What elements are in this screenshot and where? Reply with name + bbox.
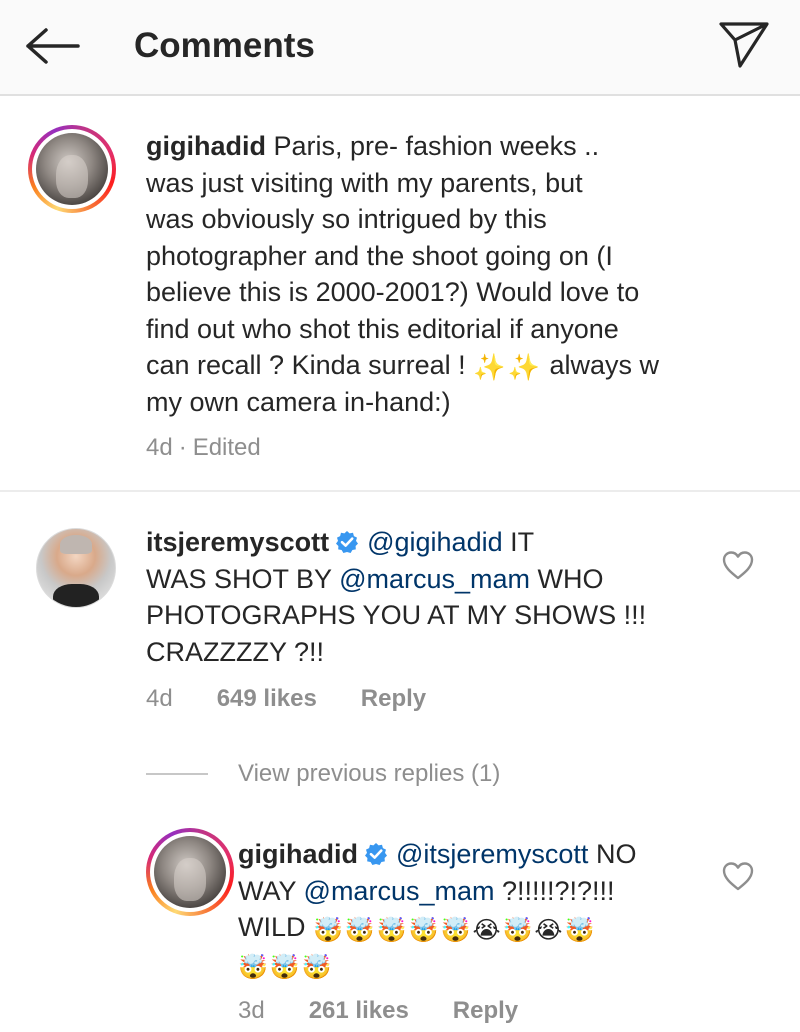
heart-icon[interactable] <box>721 860 755 892</box>
timestamp: 4d <box>146 434 173 461</box>
likes-count[interactable]: 649 likes <box>217 684 317 714</box>
crying-face-emoji: 😭 <box>472 917 501 944</box>
caption-meta: 4d · Edited <box>146 434 261 461</box>
verified-badge-icon <box>364 843 387 865</box>
comment-text: itsjeremyscott @gigihadid IT WAS SHOT BY … <box>146 527 647 667</box>
avatar <box>36 133 108 205</box>
exploding-head-emoji: 🤯 <box>238 953 268 981</box>
back-button[interactable] <box>20 20 84 72</box>
exploding-head-emoji: 🤯 <box>376 917 407 944</box>
paper-plane-icon <box>719 22 769 68</box>
heart-icon[interactable] <box>721 549 755 581</box>
caption-username[interactable]: gigihadid <box>146 131 266 161</box>
reply-meta: 3d 261 likes Reply <box>238 996 518 1026</box>
exploding-head-emoji: 🤯 <box>344 917 375 944</box>
mention-link[interactable]: @gigihadid <box>367 527 503 557</box>
comments-header: Comments <box>0 0 800 96</box>
comment-username[interactable]: itsjeremyscott <box>146 527 329 557</box>
exploding-head-emoji: 🤯 <box>564 917 595 944</box>
exploding-head-emoji: 🤯 <box>408 917 439 944</box>
reply-avatar[interactable] <box>146 828 234 916</box>
share-button[interactable] <box>712 14 776 74</box>
comment-meta: 4d 649 likes Reply <box>146 684 426 714</box>
reply-text: gigihadid @itsjeremyscott NO WAY @marcus_… <box>238 839 637 981</box>
mention-link[interactable]: @marcus_mam <box>304 876 495 906</box>
exploding-head-emoji: 🤯 <box>313 917 343 944</box>
crying-face-emoji: 😭 <box>534 917 563 944</box>
caption-avatar[interactable] <box>28 125 116 213</box>
timestamp: 3d <box>238 997 265 1024</box>
avatar[interactable] <box>36 528 116 608</box>
exploding-head-emoji: 🤯 <box>502 917 533 944</box>
reply-username[interactable]: gigihadid <box>238 839 358 869</box>
exploding-head-emoji: 🤯 <box>440 917 471 944</box>
view-previous-replies-button[interactable]: View previous replies (1) <box>238 759 500 789</box>
reply-button[interactable]: Reply <box>453 996 518 1026</box>
timestamp: 4d <box>146 685 173 712</box>
divider <box>0 490 800 492</box>
caption-text: gigihadid Paris, pre- fashion weeks .. w… <box>146 131 659 417</box>
replies-divider-line <box>146 773 208 775</box>
verified-badge-icon <box>336 531 359 553</box>
exploding-head-emoji: 🤯 <box>269 953 300 981</box>
reply-button[interactable]: Reply <box>361 684 426 714</box>
page-title: Comments <box>134 26 315 65</box>
mention-link[interactable]: @marcus_mam <box>339 564 530 594</box>
likes-count[interactable]: 261 likes <box>309 996 409 1026</box>
mention-link[interactable]: @itsjeremyscott <box>396 839 588 869</box>
edited-label: Edited <box>192 434 261 461</box>
exploding-head-emoji: 🤯 <box>301 953 332 981</box>
sparkles-emoji: ✨ <box>473 352 506 382</box>
avatar <box>154 836 226 908</box>
sparkles-emoji: ✨ <box>507 352 540 382</box>
arrow-left-icon <box>26 28 80 64</box>
